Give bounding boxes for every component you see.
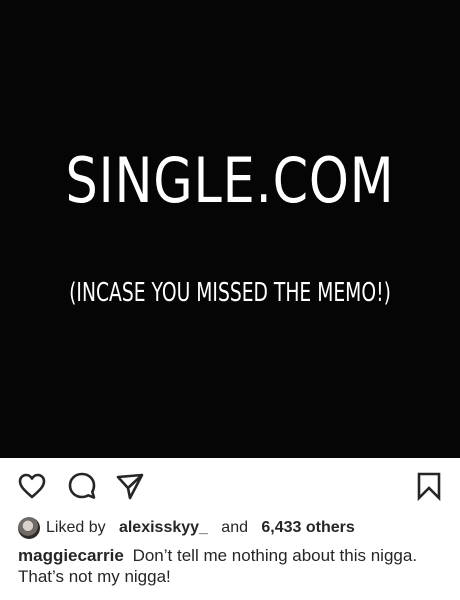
bookmark-icon[interactable] [413,470,445,502]
likes-summary[interactable]: Liked by alexisskyy_ and 6,433 others [18,516,355,540]
post-headline-text: SINGLE.COM [65,144,395,217]
heart-icon[interactable] [16,470,48,502]
post-caption: maggiecarrie Don’t tell me nothing about… [18,545,448,587]
caption-username-link[interactable]: maggiecarrie [18,546,124,565]
liker-avatar[interactable] [18,517,40,539]
comment-bubble-icon[interactable] [66,470,98,502]
liker-username-link[interactable]: alexisskyy_ [119,519,208,536]
post-image[interactable]: SINGLE.COM (INCASE YOU MISSED THE MEMO!) [0,0,460,458]
post-subline-text: (INCASE YOU MISSED THE MEMO!) [69,278,391,308]
likes-prefix: Liked by [46,519,106,536]
likes-text: Liked by alexisskyy_ and 6,433 others [46,519,355,537]
send-icon[interactable] [114,470,146,502]
likes-count-link[interactable]: 6,433 others [261,519,354,536]
likes-joiner: and [221,519,248,536]
post-action-bar [0,458,460,514]
